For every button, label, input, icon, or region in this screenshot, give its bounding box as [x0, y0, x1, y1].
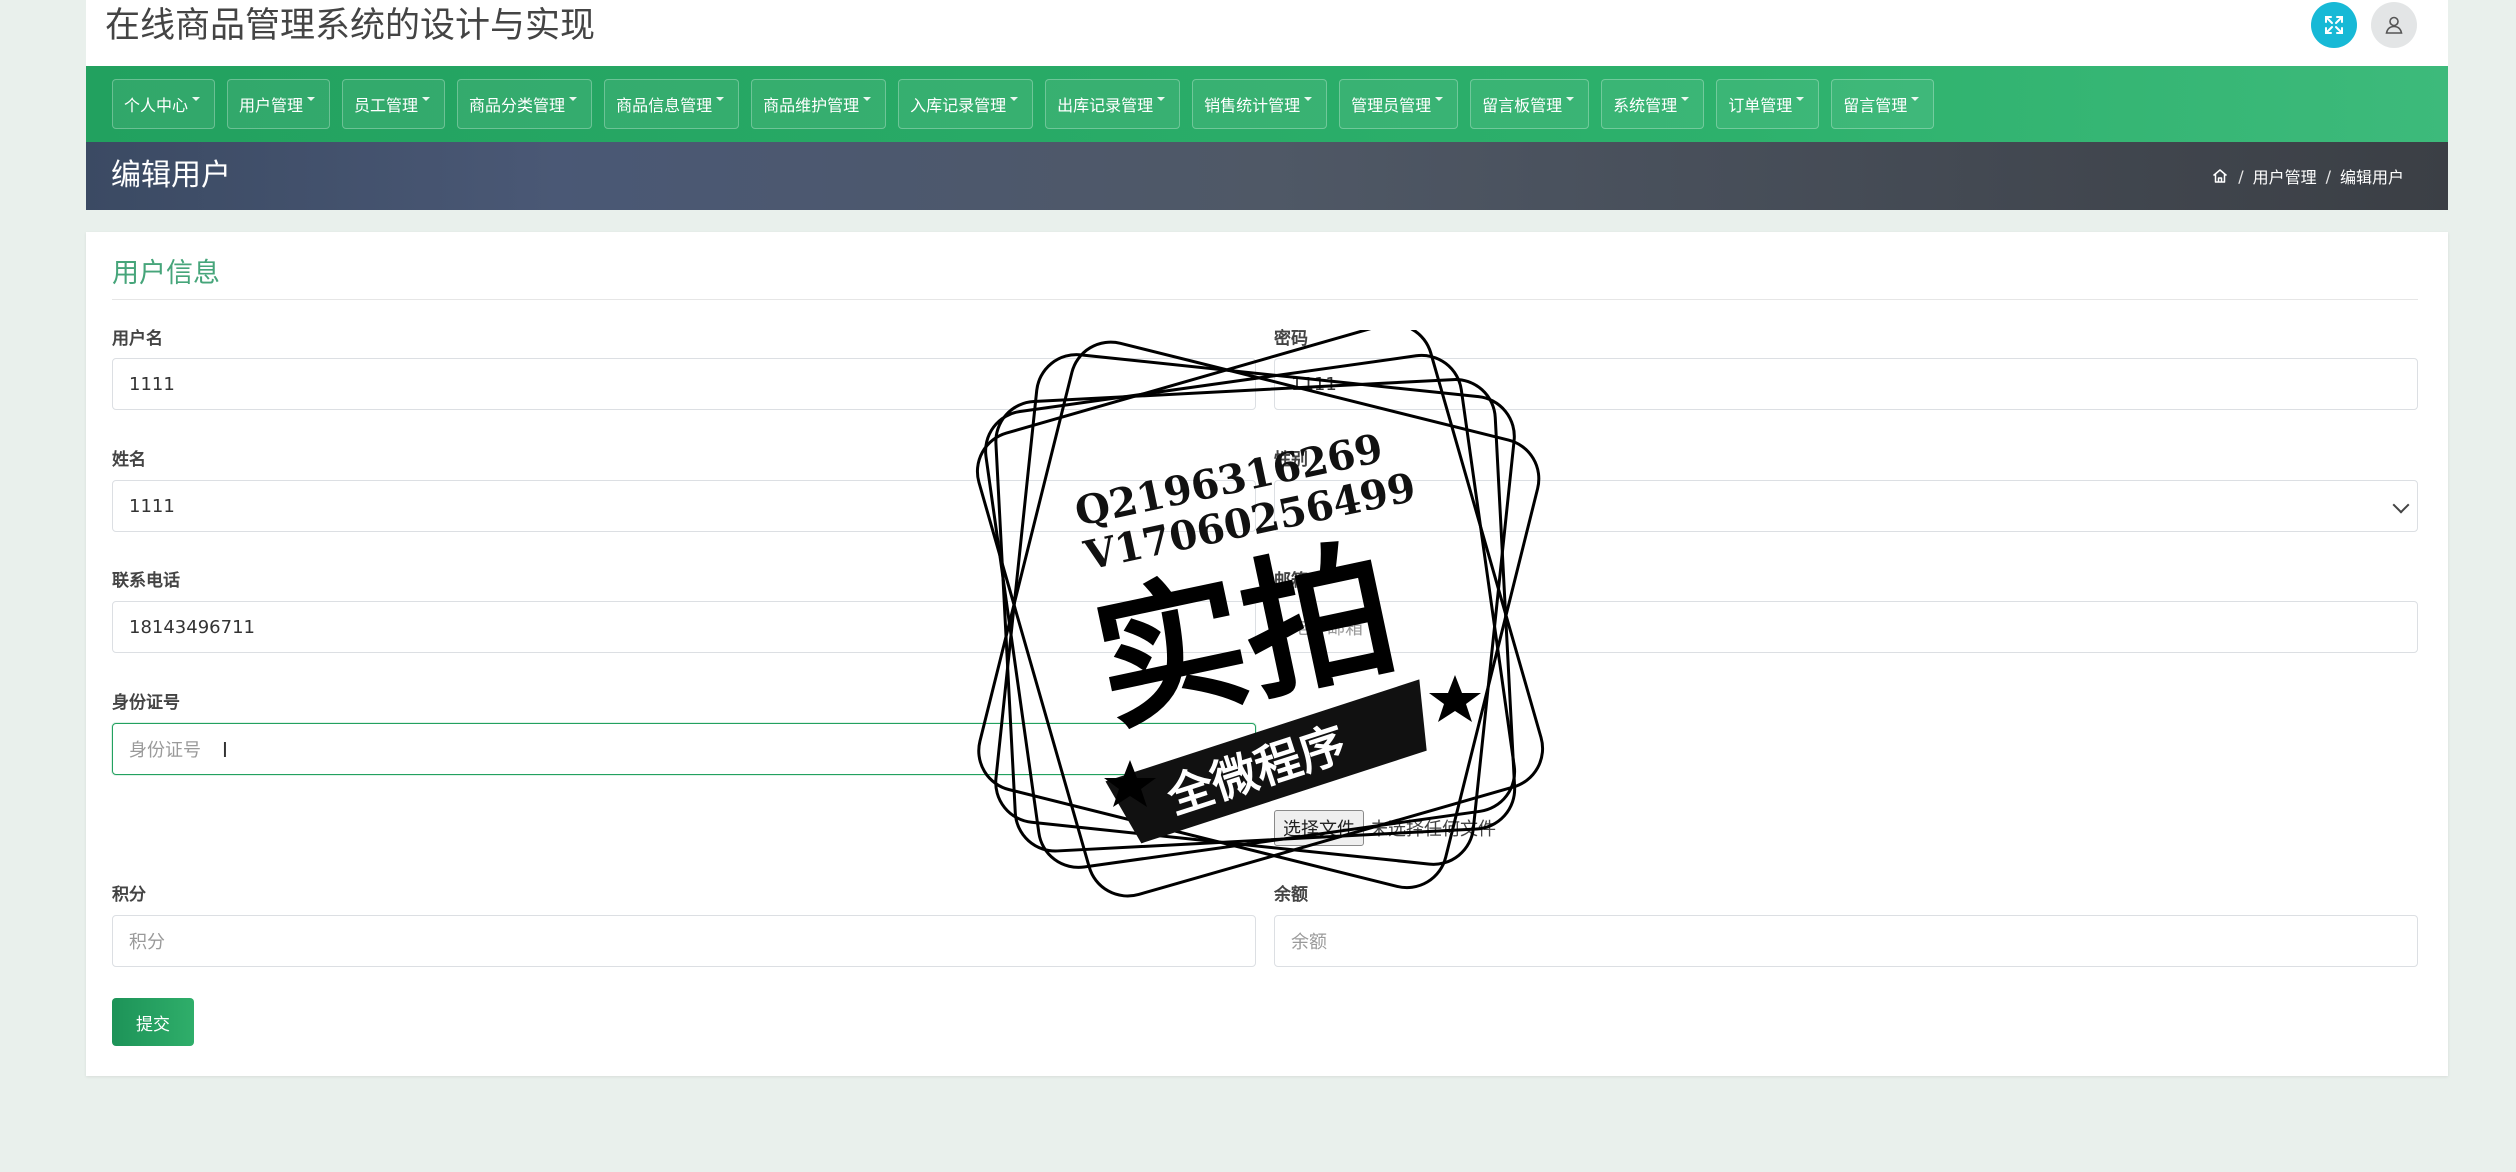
caret-down-icon — [422, 97, 431, 101]
id-card-label: 身份证号 — [112, 693, 180, 713]
phone-input[interactable]: 18143496711 — [112, 601, 1256, 653]
nav-item-message-management[interactable]: 留言管理 — [1831, 79, 1935, 129]
nav-item-personal-center[interactable]: 个人中心 — [112, 79, 216, 129]
caret-down-icon — [1010, 97, 1019, 101]
caret-down-icon — [863, 97, 872, 101]
section-title: 用户信息 — [112, 258, 220, 289]
nav-item-inbound-records[interactable]: 入库记录管理 — [898, 79, 1034, 129]
nav-item-category-management[interactable]: 商品分类管理 — [457, 79, 593, 129]
caret-down-icon — [716, 97, 725, 101]
nav-item-admin-management[interactable]: 管理员管理 — [1339, 79, 1459, 129]
caret-down-icon — [569, 97, 578, 101]
caret-down-icon — [1796, 97, 1805, 101]
password-input[interactable]: 1111 — [1274, 358, 2418, 410]
nav-item-user-management[interactable]: 用户管理 — [227, 79, 331, 129]
expand-icon — [2325, 16, 2343, 34]
avatar-file-picker: 选择文件 未选择任何文件 — [1274, 810, 1496, 846]
section-divider — [112, 299, 2418, 300]
text-cursor-icon: I — [222, 738, 228, 762]
caret-down-icon — [192, 97, 201, 101]
caret-down-icon — [1911, 97, 1920, 101]
home-icon[interactable] — [2211, 167, 2229, 185]
fullscreen-button[interactable] — [2311, 2, 2357, 48]
nav-item-outbound-records[interactable]: 出库记录管理 — [1045, 79, 1181, 129]
breadcrumb: / 用户管理 / 编辑用户 — [2211, 164, 2404, 188]
user-form-card: 用户信息 用户名 1111 密码 1111 姓名 1111 性别 联系电话 18… — [86, 232, 2448, 1076]
name-label: 姓名 — [112, 450, 146, 470]
nav-item-product-info-management[interactable]: 商品信息管理 — [604, 79, 740, 129]
email-input[interactable]: 电子邮箱 — [1274, 601, 2418, 653]
app-frame: 在线商品管理系统的设计与实现 个人中心 用户管理 员工管理 商品分类管理 商品信… — [86, 0, 2448, 1076]
phone-label: 联系电话 — [112, 571, 180, 591]
caret-down-icon — [1304, 97, 1313, 101]
caret-down-icon — [1566, 97, 1575, 101]
caret-down-icon — [1157, 97, 1166, 101]
balance-input[interactable]: 余额 — [1274, 915, 2418, 967]
nav-item-employee-management[interactable]: 员工管理 — [342, 79, 446, 129]
points-label: 积分 — [112, 885, 146, 905]
email-label: 邮箱 — [1274, 571, 1308, 591]
breadcrumb-separator: / — [2238, 166, 2244, 186]
main-nav: 个人中心 用户管理 员工管理 商品分类管理 商品信息管理 商品维护管理 入库记录… — [86, 66, 2448, 142]
breadcrumb-edit-user: 编辑用户 — [2339, 168, 2404, 187]
username-input[interactable]: 1111 — [112, 358, 1256, 410]
nav-item-system-management[interactable]: 系统管理 — [1601, 79, 1705, 129]
name-input[interactable]: 1111 — [112, 480, 1256, 532]
file-status-text: 未选择任何文件 — [1370, 819, 1496, 840]
breadcrumb-separator: / — [2325, 166, 2331, 186]
choose-file-button[interactable]: 选择文件 — [1274, 810, 1364, 846]
app-title: 在线商品管理系统的设计与实现 — [105, 6, 596, 46]
id-card-input[interactable]: 身份证号 — [112, 723, 1256, 775]
caret-down-icon — [1681, 97, 1690, 101]
points-input[interactable]: 积分 — [112, 915, 1256, 967]
submit-button[interactable]: 提交 — [112, 998, 194, 1046]
page-header: 编辑用户 / 用户管理 / 编辑用户 — [86, 142, 2448, 210]
user-menu-button[interactable] — [2371, 2, 2417, 48]
chevron-down-icon — [2392, 496, 2410, 514]
user-icon — [2385, 16, 2403, 34]
nav-item-message-board[interactable]: 留言板管理 — [1470, 79, 1590, 129]
username-label: 用户名 — [112, 329, 163, 349]
top-bar: 在线商品管理系统的设计与实现 — [86, 0, 2448, 66]
gender-label: 性别 — [1274, 450, 1308, 470]
nav-item-sales-statistics[interactable]: 销售统计管理 — [1192, 79, 1328, 129]
password-label: 密码 — [1274, 329, 1308, 349]
caret-down-icon — [1435, 97, 1444, 101]
page-title: 编辑用户 — [111, 158, 231, 193]
nav-item-product-maintenance[interactable]: 商品维护管理 — [751, 79, 887, 129]
balance-label: 余额 — [1274, 885, 1308, 905]
nav-item-order-management[interactable]: 订单管理 — [1716, 79, 1820, 129]
breadcrumb-user-management[interactable]: 用户管理 — [2253, 164, 2317, 188]
caret-down-icon — [307, 97, 316, 101]
gender-select[interactable] — [1274, 480, 2418, 532]
